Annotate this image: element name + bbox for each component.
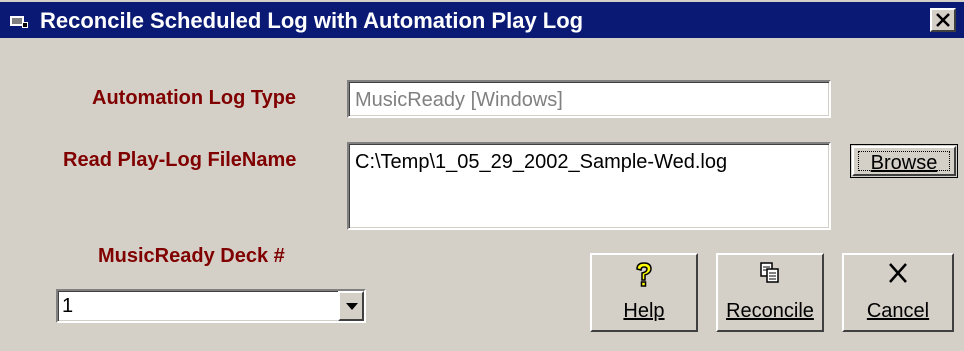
close-icon bbox=[936, 13, 950, 27]
filename-label: Read Play-Log FileName bbox=[63, 149, 297, 171]
help-label: Help bbox=[592, 299, 696, 323]
browse-button-face: Browse bbox=[852, 146, 956, 176]
question-mark-icon bbox=[592, 261, 696, 289]
help-button[interactable]: Help bbox=[590, 253, 698, 332]
deck-dropdown-button[interactable] bbox=[338, 291, 364, 321]
log-type-value: MusicReady [Windows] bbox=[355, 89, 563, 111]
reconcile-label-text: Reconcile bbox=[726, 300, 814, 322]
browse-button[interactable]: Browse bbox=[850, 144, 958, 178]
deck-select[interactable]: 1 bbox=[56, 289, 366, 323]
reconcile-button[interactable]: Reconcile bbox=[716, 253, 824, 332]
close-button[interactable] bbox=[930, 8, 956, 32]
help-label-text: Help bbox=[623, 300, 665, 322]
deck-value: 1 bbox=[62, 295, 74, 317]
cancel-label-text: Cancel bbox=[866, 300, 930, 322]
log-type-label: Automation Log Type bbox=[92, 87, 297, 109]
browse-label: Browse bbox=[858, 151, 950, 174]
filename-textarea[interactable]: C:\Temp\1_05_29_2002_Sample-Wed.log bbox=[347, 142, 831, 230]
filename-value: C:\Temp\1_05_29_2002_Sample-Wed.log bbox=[355, 151, 728, 173]
app-icon bbox=[10, 14, 28, 28]
log-type-field: MusicReady [Windows] bbox=[347, 80, 831, 118]
deck-label: MusicReady Deck # bbox=[98, 245, 285, 267]
reconcile-label: Reconcile bbox=[718, 299, 822, 323]
x-icon bbox=[844, 261, 952, 289]
cancel-label: Cancel bbox=[844, 299, 952, 323]
dropdown-arrow-icon bbox=[346, 303, 358, 310]
cancel-button[interactable]: Cancel bbox=[842, 253, 954, 332]
window-title: Reconcile Scheduled Log with Automation … bbox=[40, 8, 584, 33]
reconcile-dialog: Reconcile Scheduled Log with Automation … bbox=[0, 0, 964, 351]
copy-icon bbox=[718, 261, 822, 289]
title-bar[interactable]: Reconcile Scheduled Log with Automation … bbox=[0, 2, 964, 38]
browse-label-text: Browse bbox=[870, 152, 938, 174]
